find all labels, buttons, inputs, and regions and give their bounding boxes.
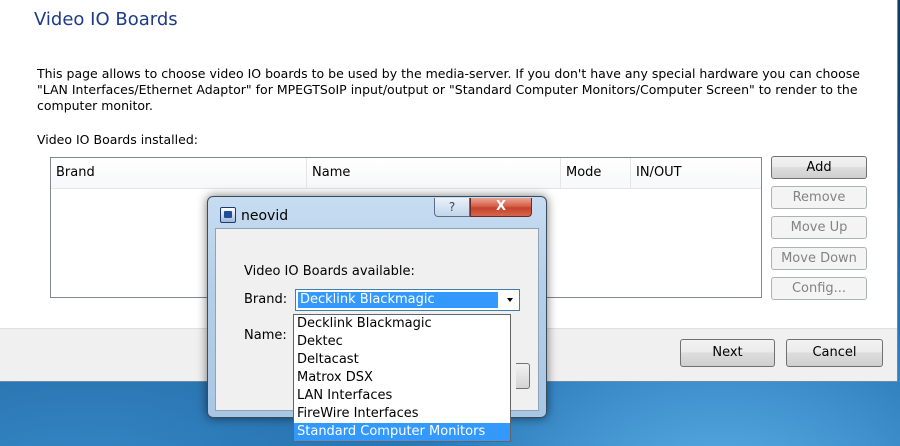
add-button[interactable]: Add xyxy=(771,156,867,179)
close-icon: X xyxy=(495,199,507,214)
dropdown-option[interactable]: Decklink Blackmagic xyxy=(294,315,510,333)
dropdown-option[interactable]: Dektec xyxy=(294,333,510,351)
move-down-button[interactable]: Move Down xyxy=(771,247,867,270)
dropdown-option[interactable]: LAN Interfaces xyxy=(294,387,510,405)
next-button[interactable]: Next xyxy=(680,339,775,367)
config-button[interactable]: Config... xyxy=(771,277,867,300)
brand-combobox[interactable]: Decklink Blackmagic xyxy=(295,289,520,311)
dialog-title: neovid xyxy=(241,208,289,224)
dropdown-option[interactable]: Matrox DSX xyxy=(294,369,510,387)
help-button[interactable]: ? xyxy=(434,198,470,217)
list-header: Brand Name Mode IN/OUT xyxy=(51,158,761,189)
column-header-brand[interactable]: Brand xyxy=(51,158,307,188)
dialog-ok-button[interactable] xyxy=(516,363,530,389)
dropdown-option[interactable]: Deltacast xyxy=(294,351,510,369)
close-button[interactable]: X xyxy=(470,198,532,217)
brand-combobox-value: Decklink Blackmagic xyxy=(298,292,498,308)
help-icon: ? xyxy=(448,200,456,214)
installed-boards-label: Video IO Boards installed: xyxy=(37,132,198,147)
brand-label: Brand: xyxy=(244,292,288,307)
app-icon xyxy=(220,207,236,223)
column-header-name[interactable]: Name xyxy=(307,158,561,188)
available-boards-label: Video IO Boards available: xyxy=(244,264,415,279)
name-label: Name: xyxy=(244,328,287,343)
chevron-down-icon[interactable] xyxy=(507,298,513,302)
cancel-button[interactable]: Cancel xyxy=(786,339,883,367)
remove-button[interactable]: Remove xyxy=(771,186,867,209)
brand-dropdown-list[interactable]: Decklink Blackmagic Dektec Deltacast Mat… xyxy=(293,314,511,442)
dropdown-option[interactable]: Standard Computer Monitors xyxy=(294,423,510,441)
move-up-button[interactable]: Move Up xyxy=(771,216,867,239)
page-title: Video IO Boards xyxy=(34,9,178,30)
column-header-in-out[interactable]: IN/OUT xyxy=(631,158,761,188)
dropdown-option[interactable]: FireWire Interfaces xyxy=(294,405,510,423)
column-header-mode[interactable]: Mode xyxy=(561,158,631,188)
page-description: This page allows to choose video IO boar… xyxy=(37,66,860,113)
